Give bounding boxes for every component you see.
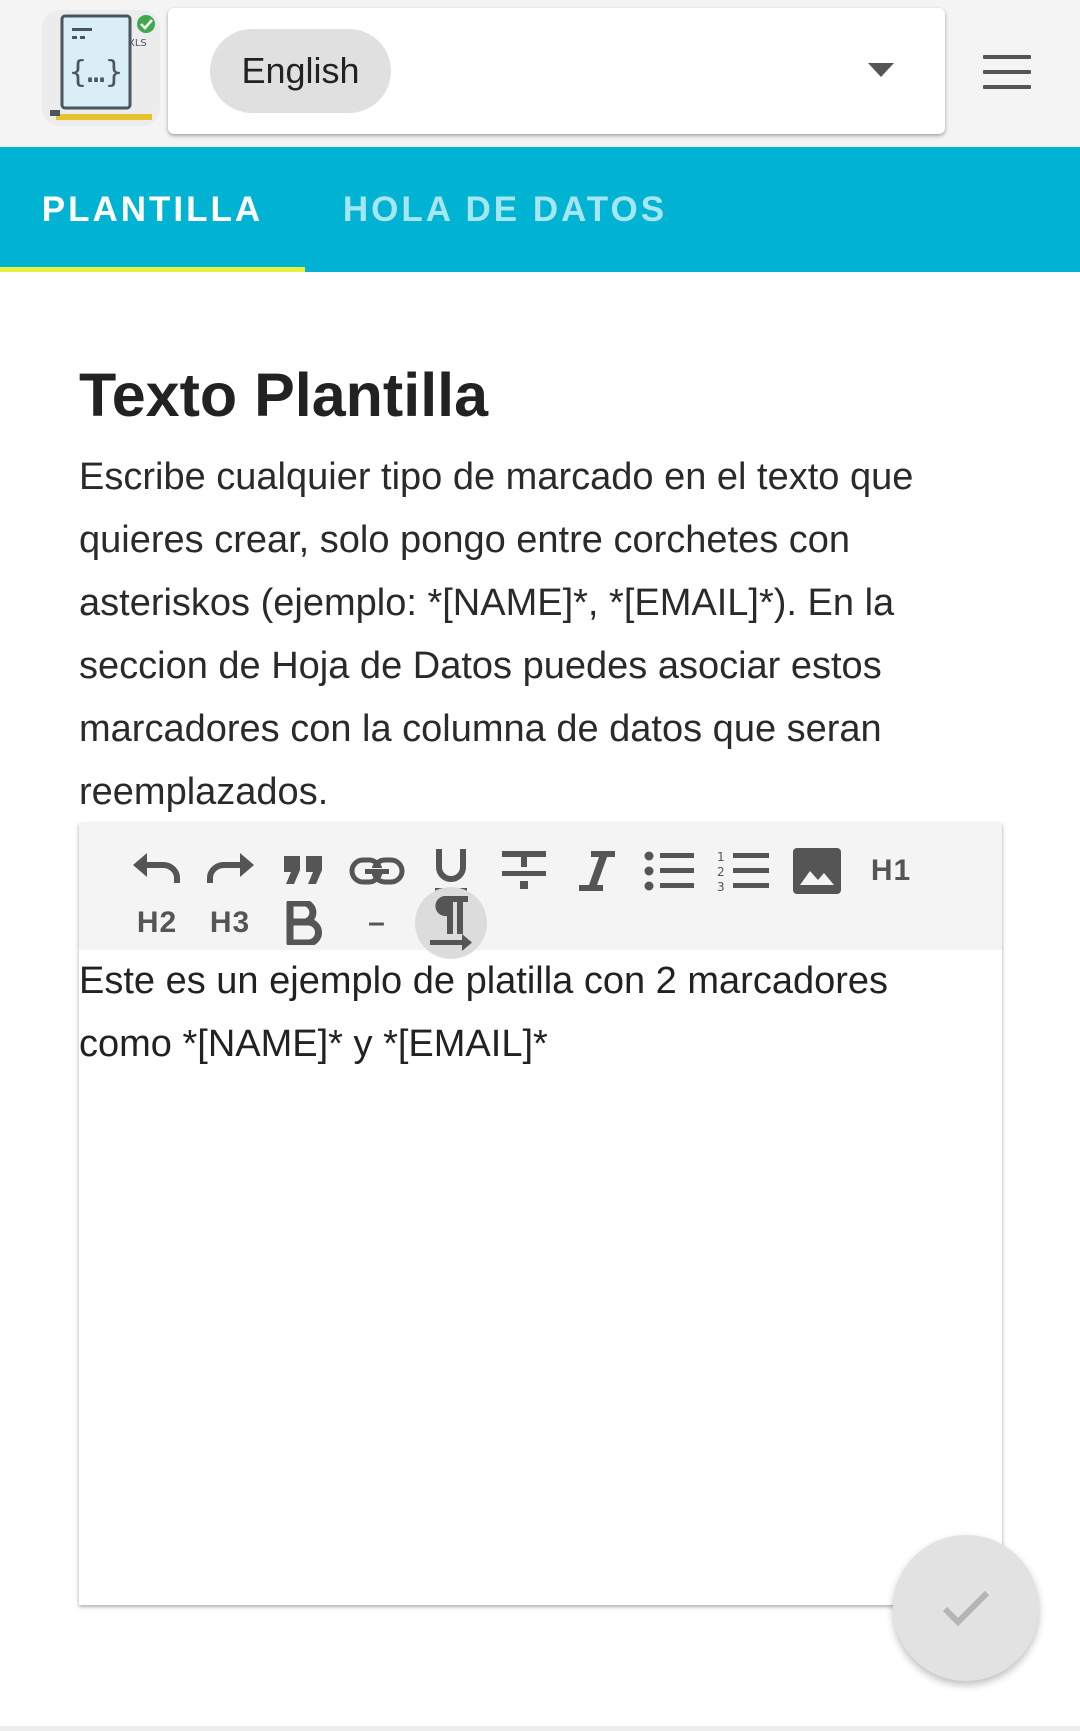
dropdown-caret-icon[interactable]: [868, 63, 894, 77]
horizontal-rule-button[interactable]: –: [347, 893, 407, 953]
language-select[interactable]: English: [168, 8, 945, 134]
instructions-text: Escribe cualquier tipo de marcado en el …: [79, 456, 914, 813]
undo-icon[interactable]: [127, 841, 187, 901]
bullet-list-icon[interactable]: [640, 841, 700, 901]
confirm-fab[interactable]: [893, 1535, 1039, 1681]
bold-icon[interactable]: [274, 893, 334, 953]
numbered-list-icon[interactable]: 123: [714, 841, 774, 901]
hamburger-menu-icon[interactable]: [983, 55, 1033, 91]
active-tab-indicator: [0, 267, 305, 272]
svg-text:2: 2: [717, 865, 725, 879]
editor-toolbar: 123 H1 H2 H3 –: [79, 823, 1002, 959]
xls-template-logo-icon: {…} XLS: [42, 10, 160, 126]
strikethrough-icon[interactable]: [494, 841, 554, 901]
paragraph-direction-icon[interactable]: [415, 887, 487, 959]
bottom-divider: [0, 1726, 1080, 1731]
link-icon[interactable]: [347, 841, 407, 901]
heading-2-button[interactable]: H2: [127, 893, 187, 953]
heading-3-button[interactable]: H3: [200, 893, 260, 953]
check-icon: [942, 1590, 990, 1627]
image-icon[interactable]: [787, 841, 847, 901]
tab-plantilla[interactable]: PLANTILLA: [0, 147, 305, 272]
heading-1-button[interactable]: H1: [861, 841, 921, 901]
page-title: Texto Plantilla: [79, 361, 489, 429]
app-header: {…} XLS English: [0, 0, 1080, 147]
template-editor[interactable]: 123 H1 H2 H3 – Este es un ejemplo de pla…: [79, 823, 1002, 1605]
quote-icon[interactable]: [274, 841, 334, 901]
svg-text:1: 1: [717, 850, 725, 864]
language-chip[interactable]: English: [210, 29, 391, 113]
editor-content[interactable]: Este es un ejemplo de platilla con 2 mar…: [79, 950, 959, 1076]
svg-text:XLS: XLS: [128, 38, 147, 49]
tab-bar: PLANTILLA HOLA DE DATOS: [0, 147, 1080, 272]
svg-text:{…}: {…}: [69, 55, 123, 90]
redo-icon[interactable]: [200, 841, 260, 901]
tab-hoja-de-datos[interactable]: HOLA DE DATOS: [305, 147, 705, 272]
italic-icon[interactable]: [567, 841, 627, 901]
svg-text:3: 3: [717, 880, 725, 893]
